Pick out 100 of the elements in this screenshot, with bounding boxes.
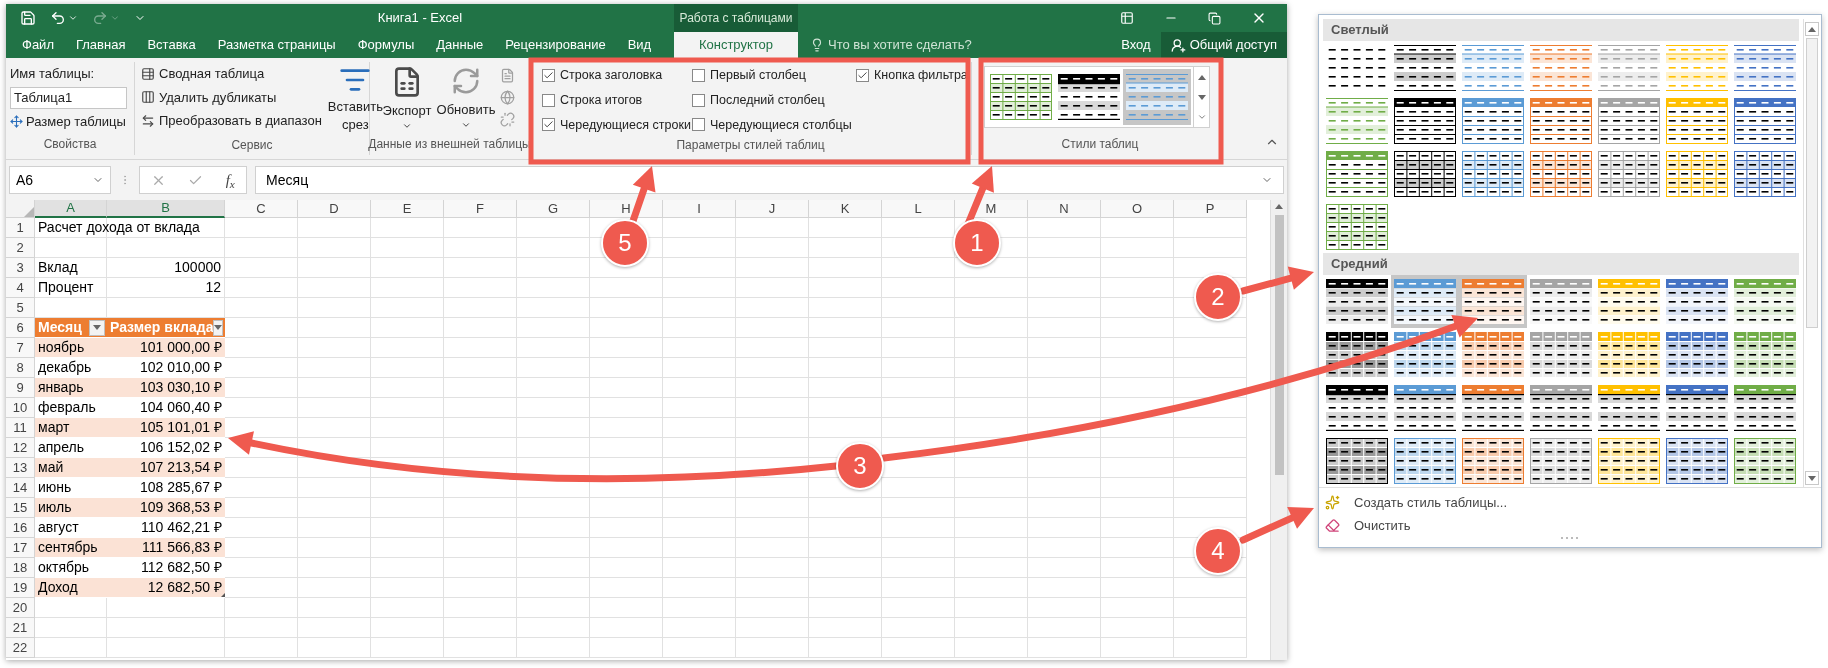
tell-me-field[interactable]: Что вы хотите сделать? xyxy=(828,35,972,55)
ribbon-tab[interactable]: Файл xyxy=(12,32,64,58)
row-header[interactable]: 5 xyxy=(6,298,35,318)
row-header[interactable]: 9 xyxy=(6,378,35,398)
row-header[interactable]: 6 xyxy=(6,318,35,338)
row-header[interactable]: 19 xyxy=(6,578,35,598)
column-header[interactable]: C xyxy=(225,200,298,218)
row-header[interactable]: 11 xyxy=(6,418,35,438)
cell-text: 108 285,67 ₽ xyxy=(140,478,222,497)
cell-text: сентябрь xyxy=(38,538,98,557)
row-header[interactable]: 17 xyxy=(6,538,35,558)
column-header[interactable]: F xyxy=(444,200,517,218)
column-header[interactable]: L xyxy=(882,200,955,218)
column-header[interactable]: O xyxy=(1101,200,1174,218)
group-caption: Стили таблиц xyxy=(1061,136,1139,153)
menu-item[interactable]: Очистить xyxy=(1319,514,1821,537)
ribbon-tab[interactable]: Конструктор xyxy=(674,32,798,58)
insert-function-button[interactable]: f$_{x}$ xyxy=(225,168,235,192)
column-header[interactable]: J xyxy=(736,200,809,218)
cell-text: Вклад xyxy=(38,258,78,277)
cell-text: август xyxy=(38,518,79,537)
row-header[interactable]: 2 xyxy=(6,238,35,258)
row-header[interactable]: 3 xyxy=(6,258,35,278)
cell-text: 102 010,00 ₽ xyxy=(140,358,222,377)
share-button[interactable]: Общий доступ xyxy=(1160,32,1287,58)
export-button[interactable]: Экспорт xyxy=(382,66,432,133)
column-header[interactable]: G xyxy=(517,200,590,218)
group-caption: Сервис xyxy=(231,136,273,154)
row-header[interactable]: 14 xyxy=(6,478,35,498)
insert-slicer-button[interactable]: Вставить срез xyxy=(327,62,383,134)
row-header[interactable]: 7 xyxy=(6,338,35,358)
checkbox-label: Строка итогов xyxy=(560,91,643,109)
ribbon-tab[interactable]: Вид xyxy=(617,32,662,58)
cell-text: 111 566,83 ₽ xyxy=(142,538,222,557)
cell-text: 101 000,00 ₽ xyxy=(140,338,222,357)
window-title: Книга1 - Excel xyxy=(377,9,463,28)
cell-text: 106 152,02 ₽ xyxy=(140,438,222,457)
checkbox-label: Кнопка фильтра xyxy=(874,67,968,84)
cell-text: 12 682,50 ₽ xyxy=(147,578,222,597)
row-header[interactable]: 20 xyxy=(6,598,35,618)
formula-field[interactable]: Месяц xyxy=(255,166,1284,194)
row-header[interactable]: 15 xyxy=(6,498,35,518)
ribbon-tab[interactable]: Рецензирование xyxy=(495,32,616,58)
column-header[interactable]: K xyxy=(809,200,882,218)
column-header[interactable]: M xyxy=(955,200,1028,218)
column-header[interactable]: N xyxy=(1028,200,1101,218)
cell-text: 104 060,40 ₽ xyxy=(140,398,222,417)
column-header[interactable]: P xyxy=(1174,200,1247,218)
column-header[interactable]: D xyxy=(298,200,371,218)
column-header[interactable]: E xyxy=(371,200,444,218)
column-header[interactable]: I xyxy=(663,200,736,218)
cell-text: 109 368,53 ₽ xyxy=(140,498,222,517)
cell-text: 110 462,21 ₽ xyxy=(141,518,222,537)
cell-text: май xyxy=(38,458,64,477)
column-header[interactable]: B xyxy=(107,200,225,218)
row-header[interactable]: 16 xyxy=(6,518,35,538)
group-caption: Свойства xyxy=(43,136,97,153)
table-name-label: Имя таблицы: xyxy=(10,65,96,83)
section-header: Средний xyxy=(1323,253,1799,275)
name-box[interactable]: A6 xyxy=(9,166,111,194)
cell-text: декабрь xyxy=(38,358,92,377)
cell-text: июль xyxy=(38,498,72,517)
row-header[interactable]: 4 xyxy=(6,278,35,298)
column-header[interactable]: H xyxy=(590,200,663,218)
ribbon-tab[interactable]: Данные xyxy=(426,32,494,58)
ribbon-tab[interactable]: Формулы xyxy=(347,32,425,58)
cell-text: 100000 xyxy=(174,258,221,277)
section-header: Светлый xyxy=(1323,19,1799,41)
refresh-button[interactable]: Обновить xyxy=(436,66,496,133)
resize-table-button[interactable]: Размер таблицы xyxy=(10,111,127,131)
group-caption: Данные из внешней таблицы xyxy=(368,136,531,153)
checkbox-label: Первый столбец xyxy=(710,67,806,84)
row-header[interactable]: 12 xyxy=(6,438,35,458)
cell-text: 107 213,54 ₽ xyxy=(140,458,222,477)
cell-text: 12 xyxy=(205,278,221,297)
cell-text: 105 101,01 ₽ xyxy=(140,418,222,437)
row-header[interactable]: 1 xyxy=(6,218,35,238)
table-name-field[interactable]: Таблица1 xyxy=(10,86,127,109)
group-caption: Параметры стилей таблиц xyxy=(676,136,825,154)
cell-text: январь xyxy=(38,378,84,397)
row-header[interactable]: 13 xyxy=(6,458,35,478)
checkbox-label: Строка заголовка xyxy=(560,67,663,84)
cell-text: март xyxy=(38,418,70,437)
cell-text: Процент xyxy=(38,278,94,297)
row-header[interactable]: 21 xyxy=(6,618,35,638)
ribbon-command[interactable]: Преобразовать в диапазон xyxy=(141,111,322,131)
menu-item[interactable]: Создать стиль таблицы... xyxy=(1319,491,1821,514)
ribbon-command[interactable]: Удалить дубликаты xyxy=(141,87,322,107)
row-header[interactable]: 18 xyxy=(6,558,35,578)
ribbon-tab[interactable]: Главная xyxy=(65,32,136,58)
ribbon-command[interactable]: Сводная таблица xyxy=(141,64,322,84)
cell-text: Доход xyxy=(38,578,78,597)
ribbon-tab[interactable]: Вставка xyxy=(137,32,206,58)
row-header[interactable]: 8 xyxy=(6,358,35,378)
sign-in-link[interactable]: Вход xyxy=(1111,32,1161,58)
row-header[interactable]: 22 xyxy=(6,638,35,658)
cell-text: Месяц xyxy=(38,318,82,337)
column-header[interactable]: A xyxy=(35,200,107,218)
ribbon-tab[interactable]: Разметка страницы xyxy=(207,32,346,58)
row-header[interactable]: 10 xyxy=(6,398,35,418)
